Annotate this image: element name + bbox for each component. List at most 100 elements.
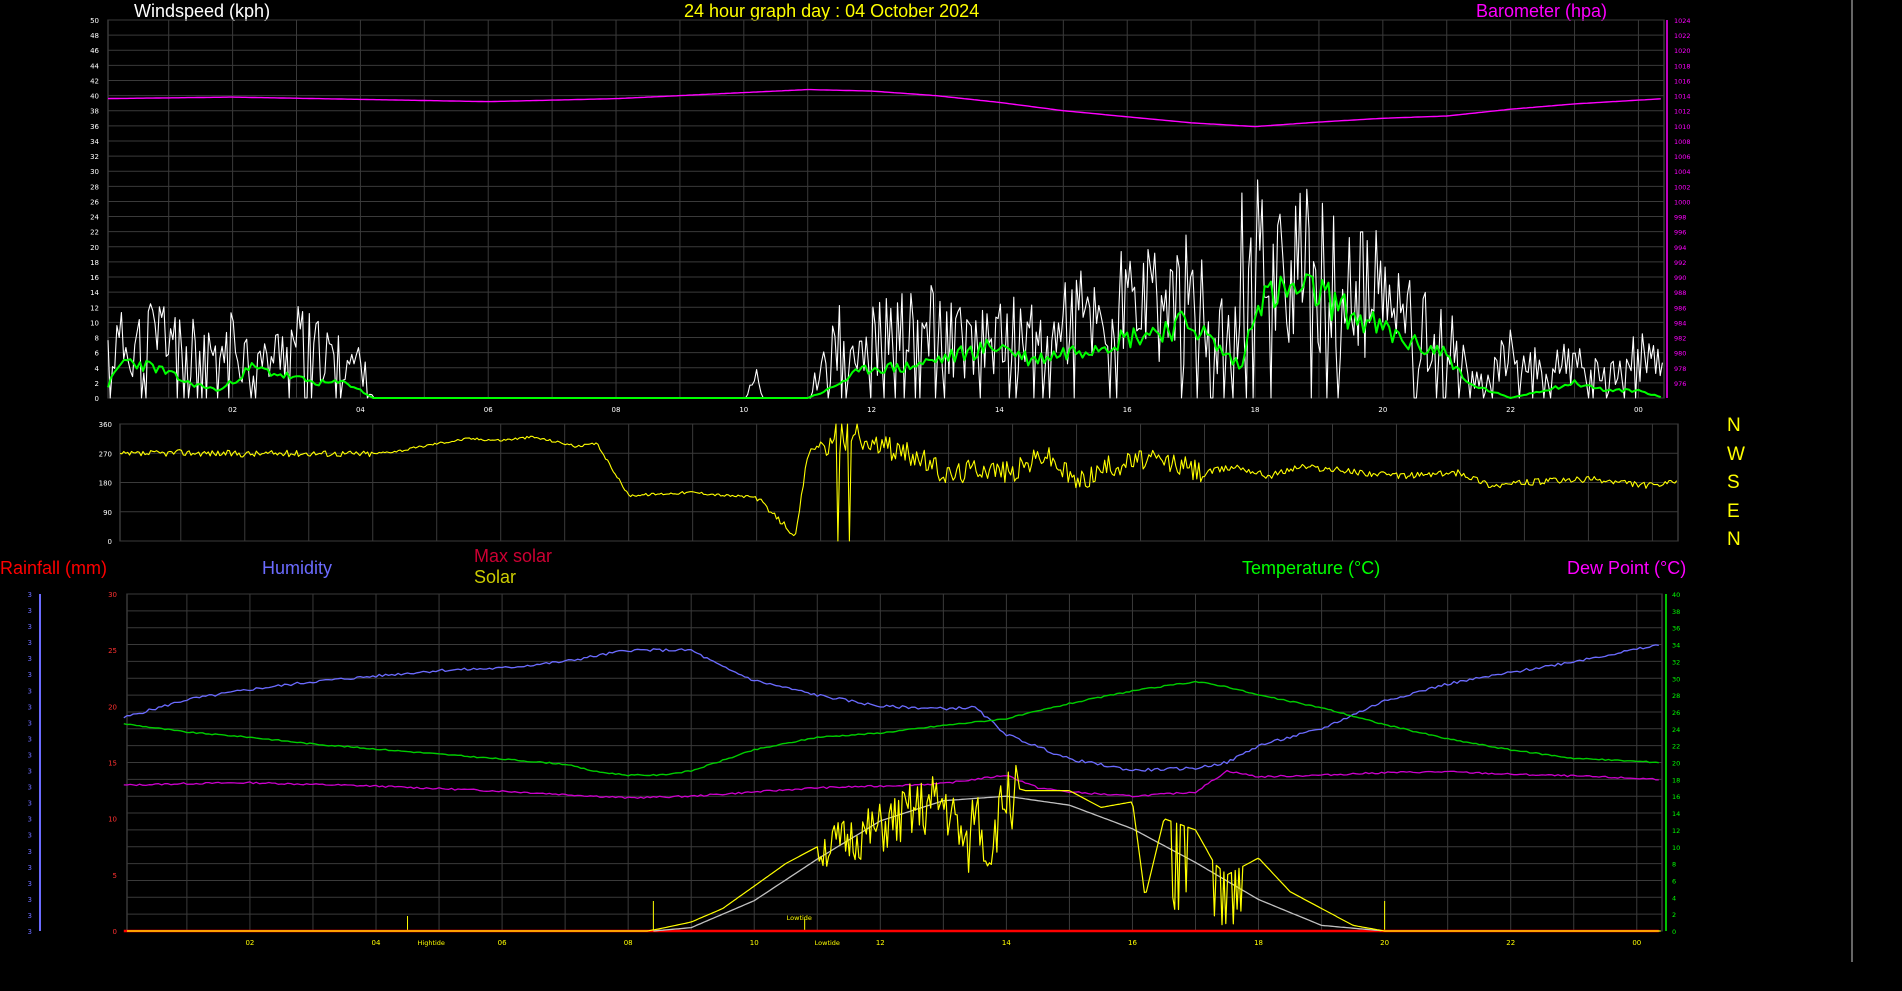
barometer-tick-label: 992: [1674, 259, 1686, 267]
tide-label: Hightide: [418, 939, 445, 947]
humidity-tick-label: 3: [28, 864, 32, 872]
weather-x-tick-label: 00: [1632, 939, 1641, 947]
windspeed-tick-label: 42: [90, 77, 99, 85]
humidity-tick-label: 3: [28, 832, 32, 840]
wind-panel-frame: [107, 19, 1665, 399]
temperature-tick-label: 22: [1672, 743, 1680, 751]
direction-tick-label: 0: [108, 538, 112, 546]
windspeed-tick-label: 24: [90, 214, 99, 222]
humidity-tick-label: 3: [28, 623, 32, 631]
humidity-tick-label: 3: [28, 639, 32, 647]
barometer-tick-label: 1006: [1674, 153, 1691, 161]
temperature-axis-title: Temperature (°C): [1242, 558, 1380, 578]
rainfall-tick-label: 20: [108, 703, 117, 711]
barometer-tick-label: 1020: [1674, 47, 1691, 55]
barometer-tick-label: 978: [1674, 365, 1686, 373]
weather-x-tick-label: 02: [245, 939, 254, 947]
weather-x-tick-label: 08: [624, 939, 633, 947]
windspeed-tick-label: 0: [95, 395, 99, 403]
windspeed-tick-label: 30: [90, 168, 99, 176]
humidity-tick-label: 3: [28, 687, 32, 695]
temperature-tick-label: 32: [1672, 658, 1680, 666]
wind-x-tick-label: 10: [739, 406, 748, 414]
direction-label-n-bottom: N: [1727, 529, 1741, 550]
windspeed-tick-label: 8: [95, 335, 99, 343]
temperature-tick-label: 12: [1672, 827, 1680, 835]
humidity-tick-label: 3: [28, 671, 32, 679]
rainfall-tick-label: 5: [113, 872, 117, 880]
weather-x-tick-label: 06: [498, 939, 507, 947]
barometer-tick-label: 1010: [1674, 123, 1691, 131]
barometer-tick-label: 996: [1674, 229, 1686, 237]
humidity-tick-label: 3: [28, 848, 32, 856]
max-solar-legend: Max solar: [474, 546, 552, 566]
temperature-tick-label: 28: [1672, 692, 1680, 700]
humidity-tick-label: 3: [28, 591, 32, 599]
temperature-tick-label: 26: [1672, 709, 1680, 717]
weather-x-tick-label: 12: [876, 939, 885, 947]
temperature-tick-label: 40: [1672, 591, 1680, 599]
weather-x-tick-label: 10: [750, 939, 759, 947]
windspeed-gust-line: [107, 179, 1663, 399]
barometer-tick-label: 980: [1674, 350, 1686, 358]
weather-chart-svg: Windspeed (kph) 24 hour graph day : 04 O…: [0, 0, 1853, 962]
humidity-tick-label: 3: [28, 784, 32, 792]
windspeed-tick-label: 14: [90, 289, 99, 297]
barometer-tick-label: 1000: [1674, 198, 1691, 206]
windspeed-tick-label: 26: [90, 198, 99, 206]
windspeed-tick-label: 12: [90, 304, 99, 312]
direction-tick-label: 90: [103, 509, 112, 517]
barometer-tick-label: 986: [1674, 304, 1686, 312]
windspeed-tick-label: 16: [90, 274, 99, 282]
humidity-tick-label: 3: [28, 928, 32, 936]
wind-x-tick-label: 06: [484, 406, 493, 414]
humidity-tick-label: 3: [28, 800, 32, 808]
windspeed-axis-title: Windspeed (kph): [134, 1, 270, 21]
wind-x-tick-label: 02: [228, 406, 237, 414]
barometer-tick-label: 998: [1674, 214, 1686, 222]
humidity-tick-label: 3: [28, 655, 32, 663]
windspeed-tick-label: 18: [90, 259, 99, 267]
humidity-tick-label: 3: [28, 880, 32, 888]
windspeed-tick-label: 20: [90, 244, 99, 252]
temperature-tick-label: 2: [1672, 911, 1676, 919]
humidity-tick-label: 3: [28, 703, 32, 711]
humidity-tick-label: 3: [28, 816, 32, 824]
barometer-tick-label: 1008: [1674, 138, 1691, 146]
weather-x-tick-label: 04: [372, 939, 381, 947]
rainfall-axis-title: Rainfall (mm): [0, 558, 107, 578]
windspeed-tick-label: 48: [90, 32, 99, 40]
windspeed-tick-label: 44: [90, 62, 99, 70]
temperature-tick-label: 6: [1672, 877, 1676, 885]
temperature-tick-label: 30: [1672, 675, 1680, 683]
solar-line: [127, 764, 1661, 932]
weather-x-tick-label: 16: [1128, 939, 1137, 947]
direction-tick-label: 360: [99, 421, 112, 429]
temperature-tick-label: 0: [1672, 928, 1676, 936]
weather-x-tick-label: 18: [1254, 939, 1263, 947]
rainfall-tick-label: 0: [113, 928, 117, 936]
barometer-tick-label: 982: [1674, 335, 1686, 343]
windspeed-tick-label: 46: [90, 47, 99, 55]
weather-x-tick-label: 14: [1002, 939, 1011, 947]
temperature-tick-label: 36: [1672, 625, 1680, 633]
rainfall-tick-label: 10: [108, 816, 117, 824]
rainfall-tick-label: 25: [108, 647, 117, 655]
barometer-tick-label: 1002: [1674, 183, 1691, 191]
wind-x-tick-label: 14: [995, 406, 1004, 414]
humidity-tick-label: 3: [28, 751, 32, 759]
windspeed-tick-label: 38: [90, 108, 99, 116]
humidity-tick-label: 3: [28, 719, 32, 727]
tide-label: Lowtide: [787, 914, 812, 922]
windspeed-tick-label: 34: [90, 138, 99, 146]
direction-label-e: E: [1727, 501, 1740, 522]
windspeed-tick-label: 4: [95, 365, 100, 373]
windspeed-tick-label: 6: [95, 350, 100, 358]
chart-panels: 0246810121416182022242628303234363840424…: [28, 17, 1691, 947]
rainfall-tick-label: 30: [108, 591, 117, 599]
temperature-tick-label: 24: [1672, 726, 1680, 734]
humidity-line: [123, 644, 1659, 772]
weather-x-tick-label: 22: [1506, 939, 1515, 947]
barometer-tick-label: 994: [1674, 244, 1686, 252]
wind-x-tick-label: 20: [1378, 406, 1387, 414]
